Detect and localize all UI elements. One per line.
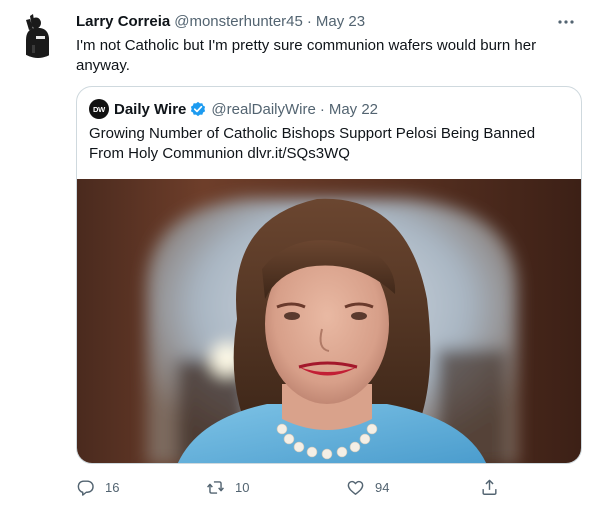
separator-dot: ·: [306, 12, 312, 30]
retweet-count: 10: [235, 479, 250, 495]
portrait-photo: [77, 179, 581, 463]
verified-badge-icon: [191, 101, 206, 117]
reply-button[interactable]: 16: [76, 476, 119, 498]
reply-icon: [77, 479, 94, 496]
quote-separator-dot: ·: [319, 100, 325, 118]
quote-timestamp[interactable]: May 22: [329, 101, 378, 118]
retweet-icon: [207, 480, 224, 494]
share-icon: [482, 479, 497, 495]
quote-author-name[interactable]: Daily Wire: [114, 101, 186, 118]
like-button[interactable]: 94: [346, 476, 389, 498]
avatar[interactable]: [14, 10, 62, 58]
silhouette-avatar-icon: [14, 10, 62, 58]
reply-count: 16: [105, 479, 120, 495]
tweet-body: Larry Correia @monsterhunter45 · May 23 …: [76, 10, 586, 76]
quote-media-photo[interactable]: [77, 179, 581, 463]
tweet-actions: 16 10 94: [76, 476, 506, 498]
tweet-text: I'm not Catholic but I'm pretty sure com…: [76, 37, 537, 74]
like-icon: [347, 480, 364, 495]
more-horizontal-icon[interactable]: [556, 14, 576, 30]
quote-author-handle[interactable]: @realDailyWire: [211, 101, 315, 118]
like-count: 94: [375, 479, 390, 495]
author-name[interactable]: Larry Correia: [76, 13, 170, 30]
tweet-timestamp[interactable]: May 23: [316, 13, 365, 30]
quote-text: Growing Number of Catholic Bishops Suppo…: [89, 125, 536, 162]
quote-avatar[interactable]: DW: [89, 99, 109, 119]
author-handle[interactable]: @monsterhunter45: [174, 13, 303, 30]
quote-header: DW Daily Wire @realDailyWire · May 22: [89, 99, 378, 119]
tweet-header: Larry Correia @monsterhunter45 · May 23: [76, 10, 586, 32]
retweet-button[interactable]: 10: [206, 476, 249, 498]
quoted-tweet[interactable]: DW Daily Wire @realDailyWire · May 22 Gr…: [76, 86, 582, 464]
share-button[interactable]: [480, 476, 499, 498]
tweet[interactable]: Larry Correia @monsterhunter45 · May 23 …: [0, 0, 598, 507]
